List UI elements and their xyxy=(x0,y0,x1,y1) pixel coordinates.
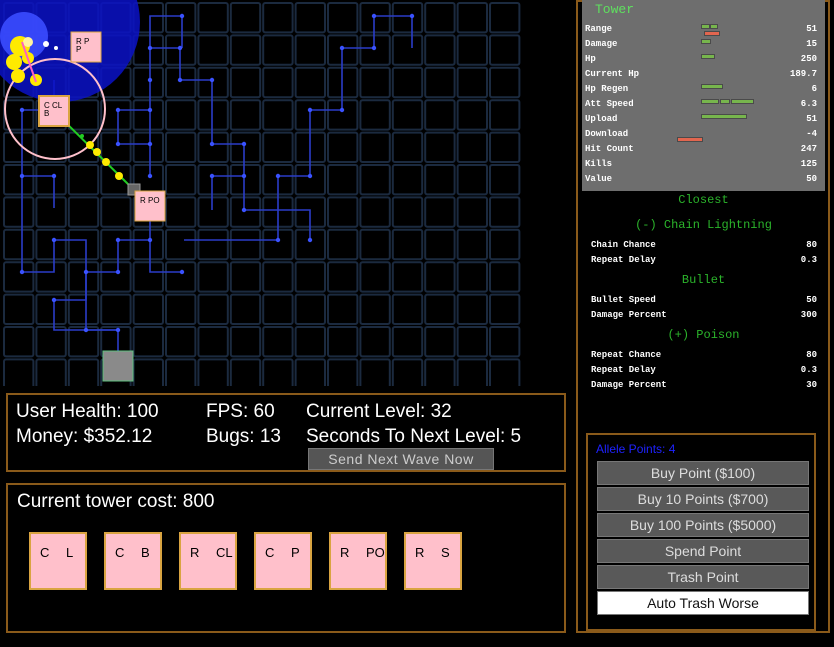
placed-tower[interactable]: R P P xyxy=(70,31,102,63)
current-level: Current Level: 32 xyxy=(306,401,452,422)
send-next-wave-button[interactable]: Send Next Wave Now xyxy=(308,448,494,470)
stat-bar xyxy=(701,114,747,119)
tower-option-r-cl[interactable]: R CL xyxy=(179,532,237,590)
stat-bar xyxy=(701,39,711,44)
allele-points-count: Allele Points: 4 xyxy=(596,442,676,456)
kv-bullet-speed: Bullet Speed 50 xyxy=(591,295,817,305)
fps: FPS: 60 xyxy=(206,401,275,422)
trash-point-button[interactable]: Trash Point xyxy=(597,565,809,589)
game-board[interactable]: R P P C CL B R PO xyxy=(0,0,576,386)
placed-tower[interactable]: C CL B xyxy=(38,95,70,127)
svg-text:R PO: R PO xyxy=(140,196,160,205)
targeting-mode[interactable]: Closest xyxy=(582,193,825,207)
stat-bar xyxy=(701,84,723,89)
tower-option-r-s[interactable]: RS xyxy=(404,532,462,590)
section-title-chain-lightning[interactable]: (-) Chain Lightning xyxy=(582,218,825,232)
stat-row-value: Value 50 xyxy=(585,174,817,184)
svg-text:P: P xyxy=(76,45,81,54)
money: Money: $352.12 xyxy=(16,426,153,447)
stat-bar xyxy=(701,99,719,104)
kv-poison-repeat-delay: Repeat Delay 0.3 xyxy=(591,365,817,375)
stat-bar xyxy=(701,24,710,29)
kv-chain-chance: Chain Chance 80 xyxy=(591,240,817,250)
user-health: User Health: 100 xyxy=(16,401,159,422)
section-title-bullet: Bullet xyxy=(681,273,726,287)
stat-row-kills: Kills 125 xyxy=(585,159,817,169)
kv-bullet-damage-percent: Damage Percent 300 xyxy=(591,310,817,320)
tower-stats-panel: Tower Range 51 Damage 15 Hp 250 Current Hp 1… xyxy=(582,0,825,191)
kv-poison-damage-percent: Damage Percent 30 xyxy=(591,380,817,390)
stat-row-current-hp: Current Hp 189.7 xyxy=(585,69,817,79)
tower-option-c-p[interactable]: CP xyxy=(254,532,312,590)
seconds-to-next-level: Seconds To Next Level: 5 xyxy=(306,426,522,447)
tower-option-c-b[interactable]: CB xyxy=(104,532,162,590)
status-panel: User Health: 100 Money: $352.12 FPS: 60 … xyxy=(6,393,566,472)
buy-100-points-button[interactable]: Buy 100 Points ($5000) xyxy=(597,513,809,537)
buy-point-button[interactable]: Buy Point ($100) xyxy=(597,461,809,485)
bug-spawn-tile xyxy=(102,350,134,382)
stat-bar xyxy=(677,137,703,142)
spend-point-button[interactable]: Spend Point xyxy=(597,539,809,563)
stat-bar xyxy=(710,24,718,29)
kv-chain-repeat-delay: Repeat Delay 0.3 xyxy=(591,255,817,265)
stat-bar xyxy=(701,54,715,59)
allele-points-panel: Allele Points: 4 Buy Point ($100) Buy 10… xyxy=(586,433,816,631)
svg-text:B: B xyxy=(44,109,49,118)
tower-option-r-po[interactable]: R PO xyxy=(329,532,387,590)
tower-shop-panel: Current tower cost: 800 CL CB R CL CP R PO… xyxy=(6,483,566,633)
stat-bar xyxy=(704,31,720,36)
stat-bar xyxy=(720,99,730,104)
stat-row-hit-count: Hit Count 247 xyxy=(585,144,817,154)
placed-tower[interactable]: R PO xyxy=(134,190,166,222)
auto-trash-worse-button[interactable]: Auto Trash Worse xyxy=(597,591,809,615)
stat-bar xyxy=(731,99,754,104)
section-title-poison[interactable]: (+) Poison xyxy=(582,328,825,342)
kv-poison-repeat-chance: Repeat Chance 80 xyxy=(591,350,817,360)
tower-option-c-l[interactable]: CL xyxy=(29,532,87,590)
tower-cost-label: Current tower cost: 800 xyxy=(17,491,215,512)
tower-panel-title: Tower xyxy=(595,2,635,17)
buy-10-points-button[interactable]: Buy 10 Points ($700) xyxy=(597,487,809,511)
bugs-count: Bugs: 13 xyxy=(206,426,281,447)
